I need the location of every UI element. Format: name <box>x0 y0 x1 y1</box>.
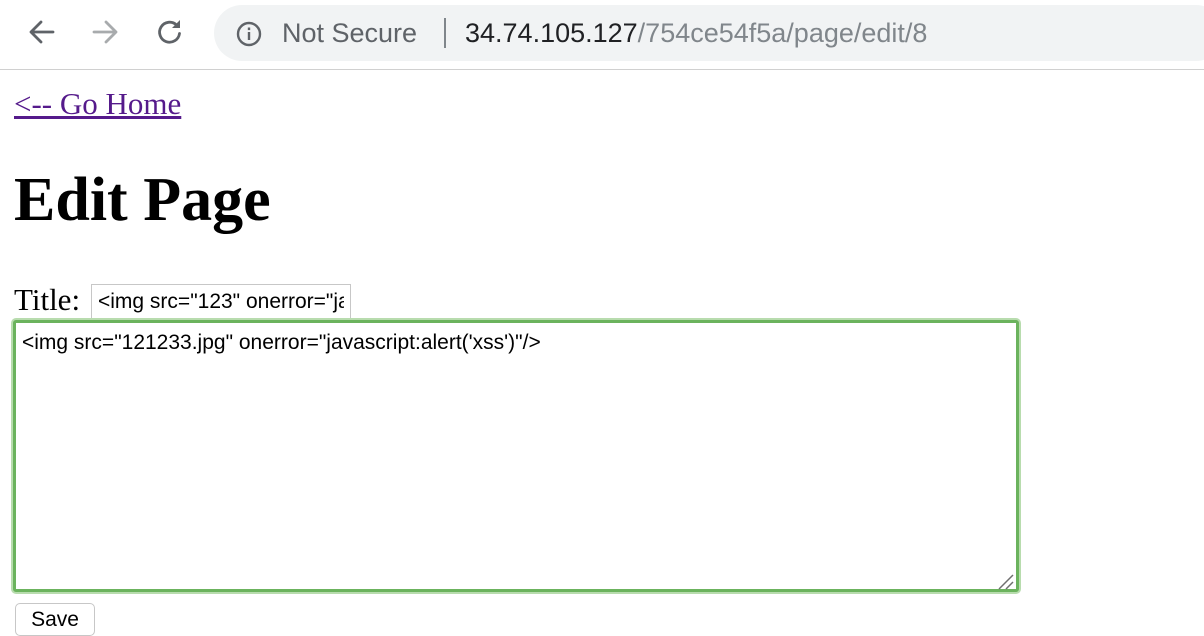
reload-button[interactable] <box>152 14 188 50</box>
go-home-link[interactable]: <-- Go Home <box>14 86 181 122</box>
page-title: Edit Page <box>14 166 271 234</box>
content-textarea[interactable]: <img src="121233.jpg" onerror="javascrip… <box>13 320 1019 592</box>
omnibox-divider <box>444 18 446 48</box>
arrow-right-icon <box>92 20 118 44</box>
info-icon[interactable] <box>236 21 262 47</box>
title-input[interactable] <box>91 284 351 320</box>
back-button[interactable] <box>24 14 60 50</box>
address-bar[interactable]: Not Secure 34.74.105.127/754ce54f5a/page… <box>214 5 1204 61</box>
url-path: /754ce54f5a/page/edit/8 <box>637 18 928 48</box>
security-status[interactable]: Not Secure <box>282 17 417 49</box>
browser-toolbar: Not Secure 34.74.105.127/754ce54f5a/page… <box>0 0 1204 70</box>
title-label: Title: <box>14 282 81 317</box>
arrow-left-icon <box>29 20 55 44</box>
url-text[interactable]: 34.74.105.127/754ce54f5a/page/edit/8 <box>465 17 927 49</box>
save-button[interactable]: Save <box>15 603 95 636</box>
reload-icon <box>158 20 181 44</box>
resize-handle-icon[interactable] <box>996 572 1014 590</box>
url-host: 34.74.105.127 <box>465 18 638 48</box>
forward-button[interactable] <box>87 14 123 50</box>
